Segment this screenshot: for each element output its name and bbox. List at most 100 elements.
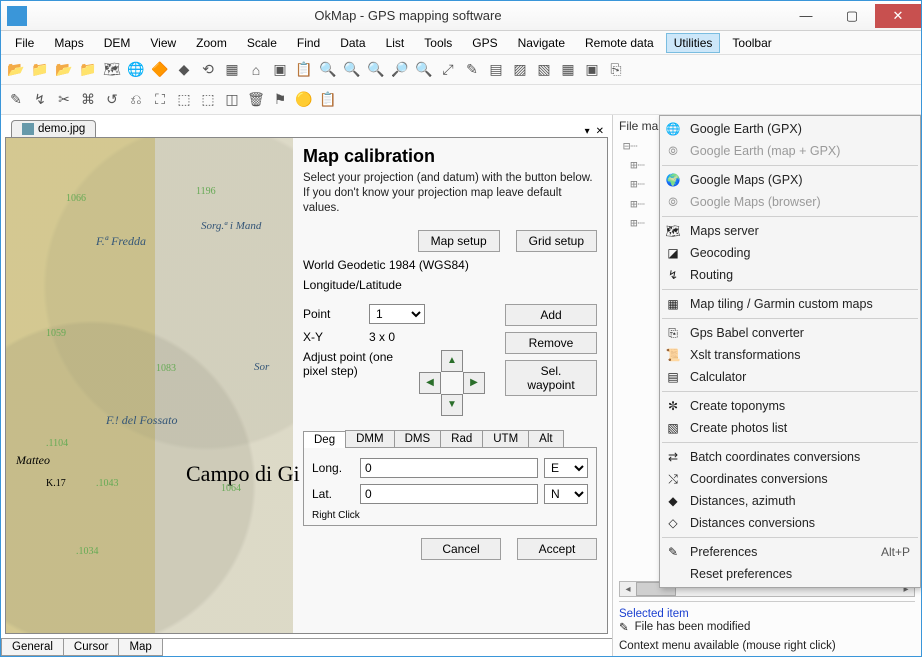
menu-item-distances-conversions[interactable]: ◇Distances conversions [660, 512, 920, 534]
menu-item-batch-coordinates-conversions[interactable]: ⇄Batch coordinates conversions [660, 446, 920, 468]
menu-maps[interactable]: Maps [46, 33, 91, 53]
toolbar2-button-3[interactable]: ⌘ [77, 89, 99, 111]
lat-input[interactable] [360, 484, 538, 504]
unit-tab-deg[interactable]: Deg [303, 431, 346, 448]
document-tab-demo[interactable]: demo.jpg [11, 120, 96, 137]
menu-item-google-maps-gpx[interactable]: 🌍Google Maps (GPX) [660, 169, 920, 191]
toolbar1-button-12[interactable]: 📋 [293, 59, 315, 81]
toolbar2-button-8[interactable]: ⬚ [197, 89, 219, 111]
toolbar1-button-0[interactable]: 📂 [5, 59, 27, 81]
toolbar1-button-16[interactable]: 🔎 [389, 59, 411, 81]
toolbar2-button-4[interactable]: ↺ [101, 89, 123, 111]
toolbar2-button-9[interactable]: ◫ [221, 89, 243, 111]
cancel-button[interactable]: Cancel [421, 538, 501, 560]
menu-item-map-tiling-garmin-custom-maps[interactable]: ▦Map tiling / Garmin custom maps [660, 293, 920, 315]
menu-toolbar[interactable]: Toolbar [724, 33, 779, 53]
grid-setup-button[interactable]: Grid setup [516, 230, 597, 252]
unit-tab-dms[interactable]: DMS [394, 430, 442, 447]
menu-item-geocoding[interactable]: ◪Geocoding [660, 242, 920, 264]
menu-item-coordinates-conversions[interactable]: ⤭Coordinates conversions [660, 468, 920, 490]
arrow-right-button[interactable]: ▶ [463, 372, 485, 394]
menu-zoom[interactable]: Zoom [188, 33, 235, 53]
map-canvas[interactable]: 1066 1196 Sorg.ª i Mand F.ª Fredda 1059 … [6, 138, 293, 633]
toolbar1-button-3[interactable]: 📁 [77, 59, 99, 81]
menu-item-gps-babel-converter[interactable]: ⎘Gps Babel converter [660, 322, 920, 344]
menu-gps[interactable]: GPS [464, 33, 505, 53]
bottom-tab-map[interactable]: Map [118, 639, 162, 656]
menu-scale[interactable]: Scale [239, 33, 285, 53]
toolbar1-button-10[interactable]: ⌂ [245, 59, 267, 81]
menu-item-routing[interactable]: ↯Routing [660, 264, 920, 286]
toolbar1-button-17[interactable]: 🔍 [413, 59, 435, 81]
point-select[interactable]: 1 [369, 304, 425, 324]
menu-item-calculator[interactable]: ▤Calculator [660, 366, 920, 388]
tab-dropdown-icon[interactable]: ▾ [585, 126, 590, 137]
toolbar1-button-4[interactable]: 🗺 [101, 59, 123, 81]
toolbar2-button-7[interactable]: ⬚ [173, 89, 195, 111]
toolbar2-button-1[interactable]: ↯ [29, 89, 51, 111]
menu-view[interactable]: View [142, 33, 184, 53]
close-button[interactable]: ✕ [875, 4, 921, 28]
menu-item-reset-preferences[interactable]: Reset preferences [660, 563, 920, 585]
toolbar2-button-13[interactable]: 📋 [317, 89, 339, 111]
toolbar1-button-2[interactable]: 📂 [53, 59, 75, 81]
toolbar1-button-9[interactable]: ▦ [221, 59, 243, 81]
add-button[interactable]: Add [505, 304, 597, 326]
toolbar1-button-25[interactable]: ⎘ [605, 59, 627, 81]
toolbar1-button-6[interactable]: 🔶 [149, 59, 171, 81]
map-setup-button[interactable]: Map setup [418, 230, 500, 252]
long-hemi-select[interactable]: E [544, 458, 588, 478]
menu-navigate[interactable]: Navigate [510, 33, 573, 53]
maximize-button[interactable]: ▢ [829, 4, 875, 28]
menu-find[interactable]: Find [289, 33, 328, 53]
minimize-button[interactable]: — [783, 4, 829, 28]
toolbar2-button-10[interactable]: 🗑 [245, 89, 267, 111]
toolbar1-button-20[interactable]: ▤ [485, 59, 507, 81]
toolbar2-button-2[interactable]: ✂ [53, 89, 75, 111]
menu-item-maps-server[interactable]: 🗺Maps server [660, 220, 920, 242]
accept-button[interactable]: Accept [517, 538, 597, 560]
long-input[interactable] [360, 458, 538, 478]
toolbar2-button-6[interactable]: ⛶ [149, 89, 171, 111]
menu-item-preferences[interactable]: ✎PreferencesAlt+P [660, 541, 920, 563]
unit-tab-dmm[interactable]: DMM [345, 430, 394, 447]
toolbar2-button-12[interactable]: 🟡 [293, 89, 315, 111]
menu-remote-data[interactable]: Remote data [577, 33, 662, 53]
remove-button[interactable]: Remove [505, 332, 597, 354]
menu-item-distances-azimuth[interactable]: ◆Distances, azimuth [660, 490, 920, 512]
menu-item-create-toponyms[interactable]: ✼Create toponyms [660, 395, 920, 417]
menu-list[interactable]: List [378, 33, 413, 53]
bottom-tab-cursor[interactable]: Cursor [63, 639, 120, 656]
toolbar1-button-21[interactable]: ▨ [509, 59, 531, 81]
toolbar2-button-5[interactable]: ⎌ [125, 89, 147, 111]
unit-tab-utm[interactable]: UTM [482, 430, 529, 447]
arrow-left-button[interactable]: ◀ [419, 372, 441, 394]
sel-waypoint-button[interactable]: Sel. waypoint [505, 360, 597, 396]
menu-item-create-photos-list[interactable]: ▧Create photos list [660, 417, 920, 439]
menu-item-xslt-transformations[interactable]: 📜Xslt transformations [660, 344, 920, 366]
toolbar1-button-7[interactable]: ◆ [173, 59, 195, 81]
toolbar1-button-8[interactable]: ⟲ [197, 59, 219, 81]
toolbar1-button-18[interactable]: ⤢ [437, 59, 459, 81]
menu-utilities[interactable]: Utilities [666, 33, 721, 53]
arrow-down-button[interactable]: ▼ [441, 394, 463, 416]
toolbar1-button-11[interactable]: ▣ [269, 59, 291, 81]
toolbar2-button-0[interactable]: ✎ [5, 89, 27, 111]
menu-dem[interactable]: DEM [96, 33, 139, 53]
toolbar1-button-1[interactable]: 📁 [29, 59, 51, 81]
toolbar1-button-5[interactable]: 🌐 [125, 59, 147, 81]
toolbar1-button-13[interactable]: 🔍 [317, 59, 339, 81]
menu-tools[interactable]: Tools [416, 33, 460, 53]
bottom-tab-general[interactable]: General [1, 639, 64, 656]
tab-close-icon[interactable]: ✕ [596, 126, 604, 137]
toolbar1-button-24[interactable]: ▣ [581, 59, 603, 81]
menu-item-google-earth-gpx[interactable]: 🌐Google Earth (GPX) [660, 118, 920, 140]
menu-data[interactable]: Data [332, 33, 373, 53]
toolbar1-button-22[interactable]: ▧ [533, 59, 555, 81]
toolbar1-button-14[interactable]: 🔍 [341, 59, 363, 81]
toolbar2-button-11[interactable]: ⚑ [269, 89, 291, 111]
arrow-up-button[interactable]: ▲ [441, 350, 463, 372]
toolbar1-button-19[interactable]: ✎ [461, 59, 483, 81]
unit-tab-rad[interactable]: Rad [440, 430, 483, 447]
toolbar1-button-15[interactable]: 🔍 [365, 59, 387, 81]
